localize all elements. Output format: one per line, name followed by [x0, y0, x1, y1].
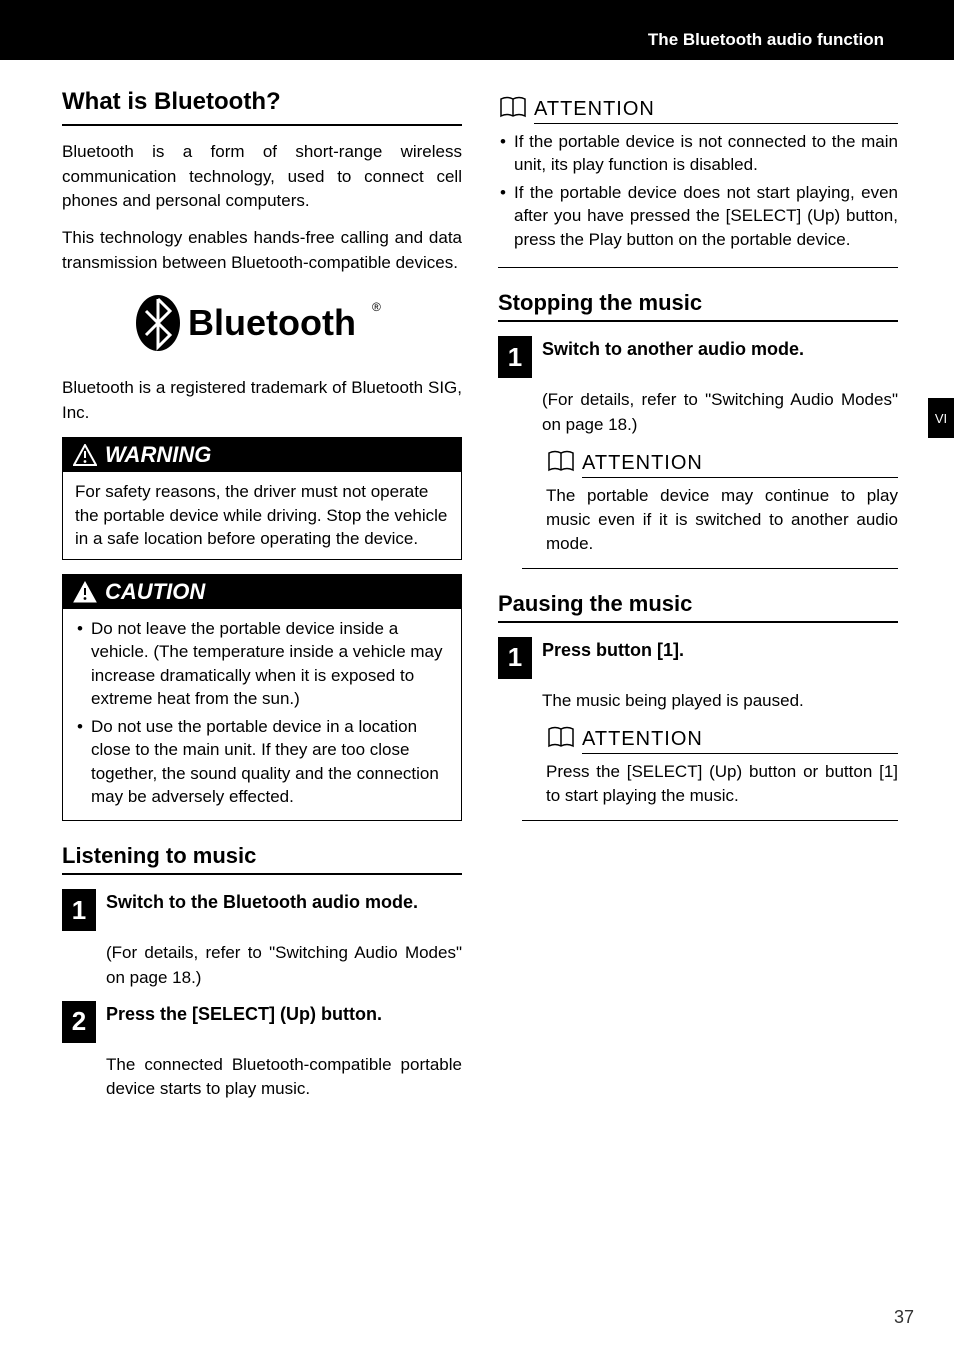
- step-number: 1: [62, 889, 96, 931]
- book-icon: [546, 448, 576, 474]
- side-tab: VI: [928, 398, 954, 438]
- step-number: 1: [498, 336, 532, 378]
- step-number: 1: [498, 637, 532, 679]
- header-bar: The Bluetooth audio function: [0, 0, 954, 60]
- svg-text:®: ®: [372, 300, 381, 314]
- right-column: ATTENTION If the portable device is not …: [498, 88, 898, 1112]
- step-number: 2: [62, 1001, 96, 1043]
- warning-triangle-icon: [73, 444, 97, 466]
- book-icon: [546, 724, 576, 750]
- attention-label: ATTENTION: [582, 452, 898, 478]
- attention-bullet: If the portable device is not connected …: [498, 130, 898, 177]
- attention-label: ATTENTION: [582, 728, 898, 754]
- heading-what-is-bluetooth: What is Bluetooth?: [62, 88, 462, 116]
- heading-stopping: Stopping the music: [498, 290, 898, 316]
- caution-body: Do not leave the portable device inside …: [63, 609, 461, 821]
- step-title: Switch to another audio mode.: [542, 336, 804, 361]
- heading-pausing: Pausing the music: [498, 591, 898, 617]
- bluetooth-logo: Bluetooth ®: [62, 293, 462, 358]
- rule: [498, 320, 898, 322]
- trademark-text: Bluetooth is a registered trademark of B…: [62, 376, 462, 425]
- caution-bullet: Do not use the portable device in a loca…: [75, 715, 449, 809]
- step-title: Switch to the Bluetooth audio mode.: [106, 889, 418, 914]
- warning-body: For safety reasons, the driver must not …: [63, 472, 461, 558]
- attention-block: ATTENTION Press the [SELECT] (Up) button…: [522, 724, 898, 821]
- step-row: 1 Switch to another audio mode.: [498, 336, 898, 378]
- paragraph: This technology enables hands-free calli…: [62, 226, 462, 275]
- attention-block: ATTENTION If the portable device is not …: [498, 94, 898, 268]
- step-body: The music being played is paused.: [542, 689, 898, 714]
- svg-text:Bluetooth: Bluetooth: [188, 302, 356, 343]
- attention-body: Press the [SELECT] (Up) button or button…: [546, 760, 898, 820]
- warning-box: WARNING For safety reasons, the driver m…: [62, 437, 462, 559]
- step-body: The connected Bluetooth-compatible porta…: [106, 1053, 462, 1102]
- step-body: (For details, refer to "Switching Audio …: [106, 941, 462, 990]
- step-body: (For details, refer to "Switching Audio …: [542, 388, 898, 437]
- caution-box: CAUTION Do not leave the portable device…: [62, 574, 462, 822]
- step-row: 2 Press the [SELECT] (Up) button.: [62, 1001, 462, 1043]
- attention-body: The portable device may continue to play…: [546, 484, 898, 568]
- book-icon: [498, 94, 528, 120]
- caution-label: CAUTION: [105, 579, 205, 605]
- heading-listening: Listening to music: [62, 843, 462, 869]
- caution-triangle-icon: [73, 581, 97, 603]
- caution-header: CAUTION: [63, 575, 461, 609]
- rule: [498, 621, 898, 623]
- step-title: Press the [SELECT] (Up) button.: [106, 1001, 382, 1026]
- rule: [62, 124, 462, 126]
- caution-bullet: Do not leave the portable device inside …: [75, 617, 449, 711]
- warning-label: WARNING: [105, 442, 211, 468]
- header-section-title: The Bluetooth audio function: [648, 30, 884, 50]
- warning-header: WARNING: [63, 438, 461, 472]
- rule: [62, 873, 462, 875]
- step-row: 1 Press button [1].: [498, 637, 898, 679]
- page-number: 37: [894, 1307, 914, 1328]
- attention-bullet: If the portable device does not start pl…: [498, 181, 898, 251]
- step-row: 1 Switch to the Bluetooth audio mode.: [62, 889, 462, 931]
- bluetooth-logo-icon: Bluetooth ®: [132, 293, 392, 353]
- attention-block: ATTENTION The portable device may contin…: [522, 448, 898, 569]
- step-title: Press button [1].: [542, 637, 684, 662]
- left-column: What is Bluetooth? Bluetooth is a form o…: [62, 88, 462, 1112]
- attention-label: ATTENTION: [534, 98, 898, 124]
- paragraph: Bluetooth is a form of short-range wirel…: [62, 140, 462, 214]
